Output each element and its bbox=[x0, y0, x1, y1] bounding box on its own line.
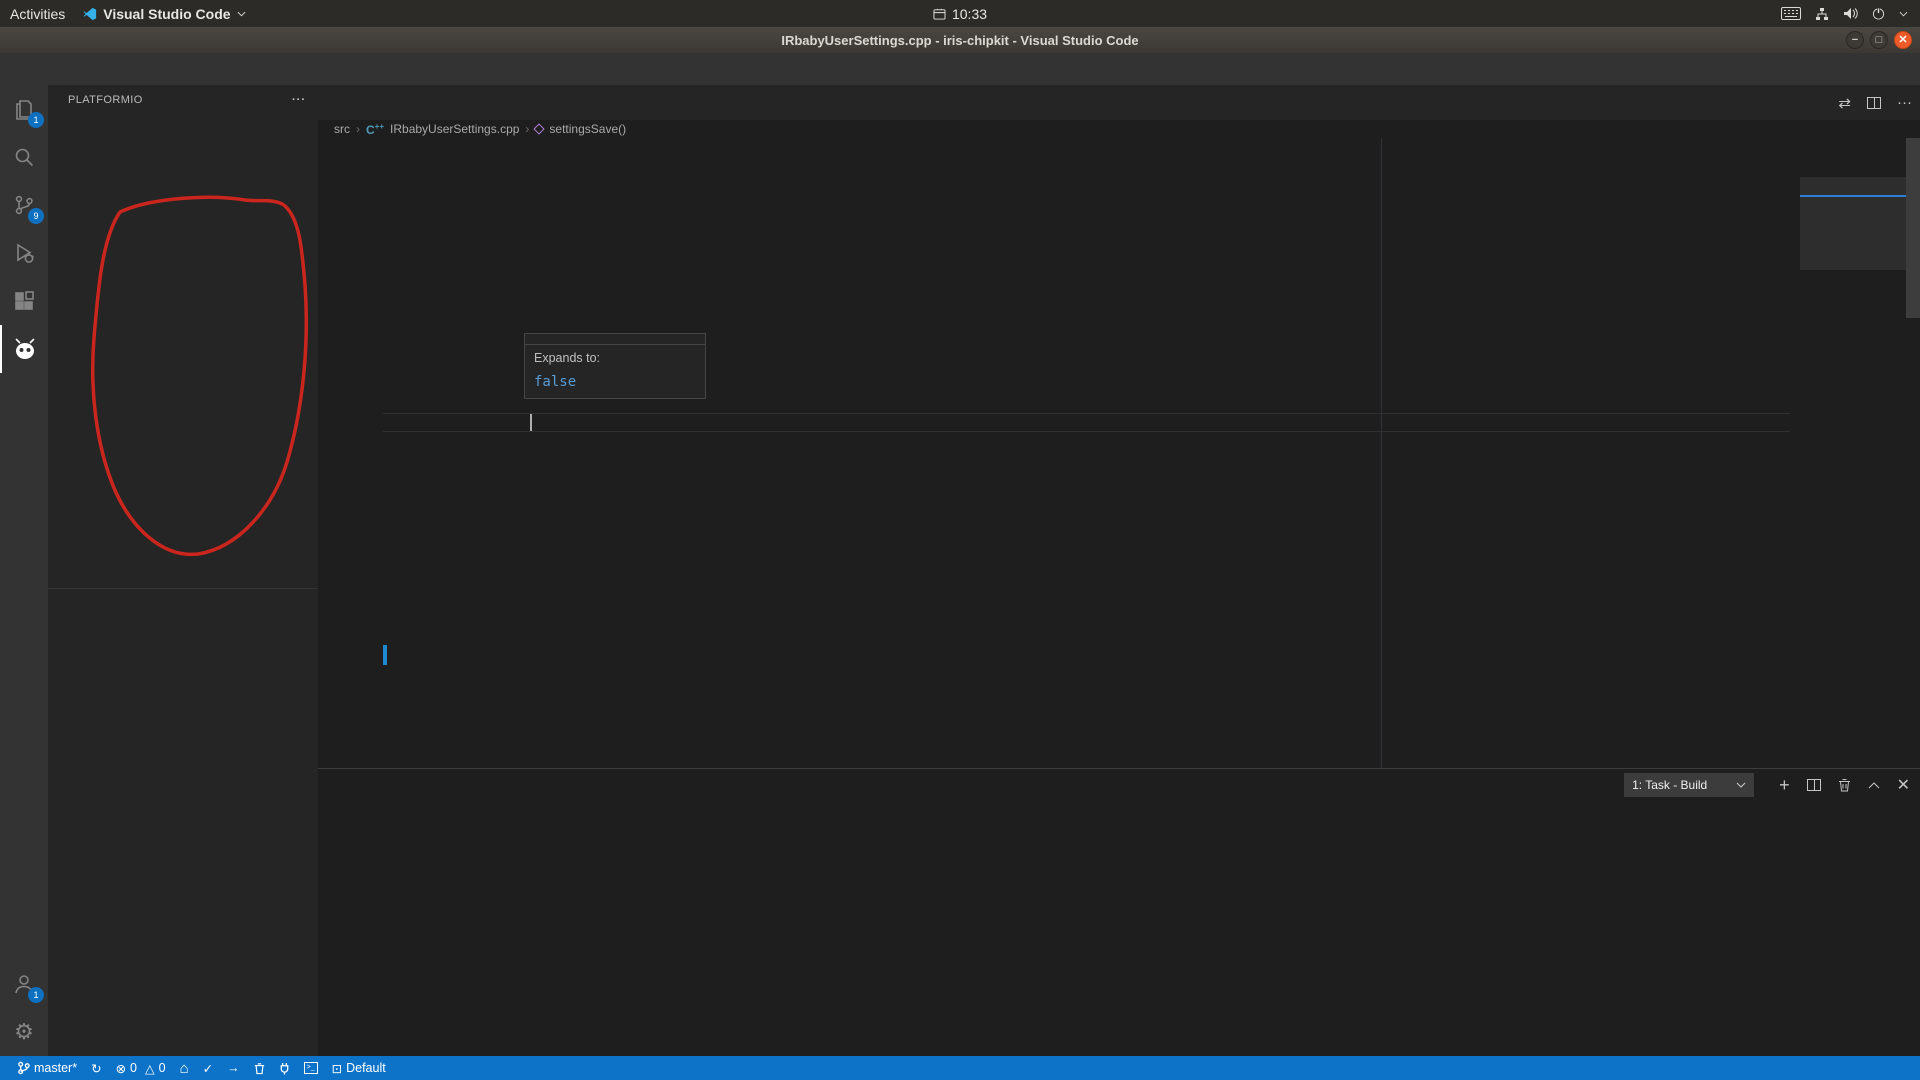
current-line-highlight bbox=[383, 413, 1790, 432]
platformio-icon[interactable] bbox=[0, 325, 48, 373]
extensions-icon[interactable] bbox=[0, 277, 48, 325]
bottom-panel: 1: Task - Build + ✕ bbox=[318, 768, 1920, 1056]
menu-bar bbox=[0, 53, 1920, 85]
minimap-slider[interactable] bbox=[1800, 177, 1906, 270]
terminal-select[interactable]: 1: Task - Build bbox=[1624, 773, 1754, 797]
pio-clean-button[interactable] bbox=[247, 1056, 272, 1080]
breadcrumb-folder[interactable]: src bbox=[334, 122, 350, 136]
project-env-icon: ⊡ bbox=[332, 1061, 342, 1076]
error-icon: ⊗ bbox=[116, 1061, 126, 1076]
close-button[interactable]: ✕ bbox=[1894, 31, 1912, 49]
minimize-button[interactable]: − bbox=[1846, 31, 1864, 49]
chevron-down-icon bbox=[1736, 782, 1746, 788]
problems-indicator[interactable]: ⊗ 0 △ 0 bbox=[109, 1056, 173, 1080]
source-control-icon[interactable]: 9 bbox=[0, 181, 48, 229]
calendar-icon bbox=[933, 8, 946, 20]
network-icon[interactable] bbox=[1815, 7, 1829, 21]
minimap-current-line bbox=[1800, 195, 1906, 197]
more-actions-icon[interactable]: ··· bbox=[292, 94, 306, 106]
split-terminal-icon[interactable] bbox=[1807, 779, 1821, 791]
pio-env-selector[interactable]: ⊡ Default bbox=[325, 1056, 393, 1080]
close-panel-icon[interactable]: ✕ bbox=[1897, 775, 1910, 795]
editor-scrollbar[interactable] bbox=[1906, 138, 1920, 318]
explorer-badge: 1 bbox=[28, 112, 44, 128]
terminal-output[interactable] bbox=[318, 801, 1920, 1056]
window-title: IRbabyUserSettings.cpp - iris-chipkit - … bbox=[781, 33, 1138, 48]
editor-group: ⇄ ··· src › C++ IRbabyUserSettings.cpp ›… bbox=[318, 85, 1920, 1056]
power-icon[interactable] bbox=[1872, 7, 1885, 20]
sidebar-title-row: PLATFORMIO ··· bbox=[48, 85, 318, 115]
chevron-down-icon bbox=[237, 11, 246, 17]
app-menu[interactable]: Visual Studio Code bbox=[83, 6, 245, 22]
warning-icon: △ bbox=[145, 1061, 155, 1076]
tooltip-define-line bbox=[525, 334, 705, 345]
new-terminal-icon[interactable]: + bbox=[1779, 775, 1790, 796]
maximize-panel-icon[interactable] bbox=[1868, 781, 1880, 789]
branch-icon bbox=[17, 1061, 30, 1075]
sidebar: PLATFORMIO ··· bbox=[48, 85, 318, 1056]
ubuntu-top-bar: Activities Visual Studio Code 10:33 bbox=[0, 0, 1920, 27]
pio-build-button[interactable]: ✓ bbox=[196, 1056, 220, 1080]
hover-tooltip: Expands to: false bbox=[524, 333, 706, 399]
sync-icon[interactable]: ↻ bbox=[84, 1056, 108, 1080]
quick-access-section bbox=[48, 588, 318, 589]
breadcrumb-file[interactable]: IRbabyUserSettings.cpp bbox=[390, 122, 519, 136]
pio-terminal-button[interactable]: >_ bbox=[297, 1056, 325, 1080]
chevron-down-icon[interactable] bbox=[1899, 11, 1908, 17]
split-editor-icon[interactable] bbox=[1867, 97, 1881, 109]
tooltip-expands-label: Expands to: bbox=[534, 351, 696, 365]
vscode-logo-icon bbox=[83, 7, 97, 21]
editor-ruler bbox=[1381, 138, 1382, 768]
window-title-bar: IRbabyUserSettings.cpp - iris-chipkit - … bbox=[0, 27, 1920, 53]
settings-gear-icon[interactable]: ⚙ bbox=[0, 1008, 48, 1056]
source-control-badge: 9 bbox=[28, 208, 44, 224]
tooltip-expansion: false bbox=[534, 374, 696, 390]
method-symbol-icon bbox=[534, 123, 545, 134]
code-editor[interactable]: Expands to: false bbox=[318, 138, 1920, 768]
maximize-button[interactable]: □ bbox=[1870, 31, 1888, 49]
editor-more-actions-icon[interactable]: ··· bbox=[1897, 94, 1912, 111]
pio-home-button[interactable]: ⌂ bbox=[173, 1056, 196, 1080]
cpp-file-icon: C++ bbox=[366, 122, 384, 137]
breadcrumb-separator: › bbox=[525, 122, 529, 136]
trash-icon bbox=[254, 1062, 265, 1075]
pio-serial-monitor-button[interactable] bbox=[272, 1056, 297, 1080]
accounts-badge: 1 bbox=[28, 987, 44, 1003]
run-debug-icon[interactable] bbox=[0, 229, 48, 277]
plug-icon bbox=[279, 1062, 290, 1075]
clock[interactable]: 10:33 bbox=[933, 6, 987, 22]
sidebar-title: PLATFORMIO bbox=[68, 94, 143, 106]
search-icon[interactable] bbox=[0, 133, 48, 181]
activity-bar: 1 9 1 ⚙ bbox=[0, 85, 48, 1056]
text-cursor bbox=[530, 414, 532, 431]
volume-icon[interactable] bbox=[1843, 7, 1858, 20]
breadcrumb-separator: › bbox=[356, 122, 360, 136]
breadcrumb-symbol[interactable]: settingsSave() bbox=[549, 122, 626, 136]
keyboard-icon[interactable] bbox=[1781, 7, 1801, 20]
activities-button[interactable]: Activities bbox=[10, 6, 65, 22]
status-bar: master* ↻ ⊗ 0 △ 0 ⌂ ✓ → >_ ⊡ Default bbox=[0, 1056, 1920, 1080]
breadcrumb: src › C++ IRbabyUserSettings.cpp › setti… bbox=[318, 120, 1920, 138]
modified-line-marker bbox=[383, 645, 387, 664]
kill-terminal-icon[interactable] bbox=[1838, 778, 1851, 792]
git-branch-indicator[interactable]: master* bbox=[10, 1056, 84, 1080]
accounts-icon[interactable]: 1 bbox=[0, 960, 48, 1008]
explorer-icon[interactable]: 1 bbox=[0, 85, 48, 133]
open-changes-icon[interactable]: ⇄ bbox=[1838, 94, 1851, 112]
pio-upload-button[interactable]: → bbox=[220, 1056, 247, 1080]
tab-bar bbox=[318, 85, 1920, 120]
